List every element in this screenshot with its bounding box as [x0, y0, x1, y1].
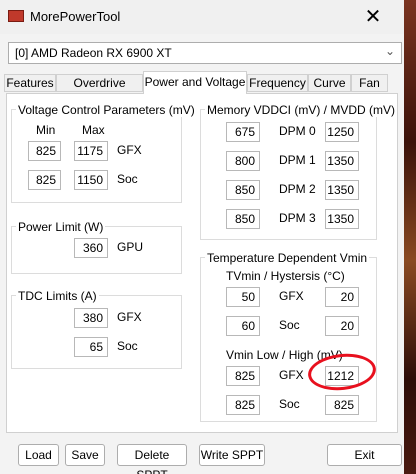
- vmin-soc-label: Soc: [279, 397, 300, 411]
- memory-dpm1-label: DPM 1: [279, 153, 316, 167]
- memory-mvdd-dpm3-field[interactable]: 1350: [325, 209, 359, 229]
- tab-frequency[interactable]: Frequency: [247, 74, 308, 92]
- power-limit-title: Power Limit (W): [16, 220, 106, 234]
- memory-vddci-dpm0-field[interactable]: 675: [226, 122, 260, 142]
- min-label: Min: [36, 123, 56, 137]
- tab-fan[interactable]: Fan: [351, 74, 388, 92]
- chevron-down-icon: ⌄: [384, 44, 395, 58]
- power-gpu-field[interactable]: 360: [74, 238, 108, 258]
- gpu-select[interactable]: [0] AMD Radeon RX 6900 XT ⌄: [8, 42, 402, 64]
- voltage-gfx-label: GFX: [117, 143, 142, 157]
- memory-dpm0-label: DPM 0: [279, 124, 316, 138]
- memory-mvdd-dpm1-field[interactable]: 1350: [325, 151, 359, 171]
- max-label: Max: [82, 123, 105, 137]
- app-icon: [8, 10, 24, 22]
- close-icon[interactable]: ✕: [350, 0, 396, 34]
- gpu-select-value: [0] AMD Radeon RX 6900 XT: [15, 46, 172, 60]
- main-window: MorePowerTool ✕ [0] AMD Radeon RX 6900 X…: [0, 0, 404, 474]
- tdc-gfx-field[interactable]: 380: [74, 308, 108, 328]
- power-gpu-label: GPU: [117, 240, 144, 254]
- tdc-gfx-label: GFX: [117, 310, 142, 324]
- save-button[interactable]: Save: [65, 444, 105, 466]
- vmin-gfx-low-field[interactable]: 825: [226, 366, 260, 386]
- vmin-soc-low-field[interactable]: 825: [226, 395, 260, 415]
- voltage-gfx-min-field[interactable]: 825: [28, 141, 61, 161]
- write-sppt-button[interactable]: Write SPPT: [199, 444, 265, 466]
- tdc-limits-title: TDC Limits (A): [16, 289, 99, 303]
- vmin-soc-high-field[interactable]: 825: [325, 395, 359, 415]
- tab-power-and-voltage[interactable]: Power and Voltage: [143, 71, 247, 94]
- tab-overdrive-limits[interactable]: Overdrive Limits: [56, 74, 143, 106]
- delete-sppt-button[interactable]: Delete SPPT: [117, 444, 187, 474]
- memory-dpm2-label: DPM 2: [279, 182, 316, 196]
- vmin-gfx-label: GFX: [279, 368, 304, 382]
- tvmin-soc-label: Soc: [279, 318, 300, 332]
- tdc-limits-group: [11, 295, 182, 369]
- memory-mvdd-dpm2-field[interactable]: 1350: [325, 180, 359, 200]
- voltage-soc-max-field[interactable]: 1150: [74, 170, 108, 190]
- tvmin-gfx-field[interactable]: 50: [226, 287, 260, 307]
- desktop-background: [404, 0, 416, 474]
- hysteresis-soc-field[interactable]: 20: [325, 316, 359, 336]
- memory-mvdd-dpm0-field[interactable]: 1250: [325, 122, 359, 142]
- voltage-soc-min-field[interactable]: 825: [28, 170, 61, 190]
- memory-vddci-dpm1-field[interactable]: 800: [226, 151, 260, 171]
- voltage-gfx-max-field[interactable]: 1175: [74, 141, 108, 161]
- tvmin-hysteresis-label: TVmin / Hystersis (°C): [226, 269, 345, 283]
- tab-curve[interactable]: Curve: [308, 74, 351, 92]
- voltage-control-title: Voltage Control Parameters (mV): [16, 103, 197, 117]
- tdc-soc-field[interactable]: 65: [74, 337, 108, 357]
- memory-vddci-dpm3-field[interactable]: 850: [226, 209, 260, 229]
- memory-voltage-title: Memory VDDCI (mV) / MVDD (mV): [205, 103, 397, 117]
- tvmin-soc-field[interactable]: 60: [226, 316, 260, 336]
- voltage-soc-label: Soc: [117, 172, 138, 186]
- exit-button[interactable]: Exit: [327, 444, 402, 466]
- temp-vmin-title: Temperature Dependent Vmin: [205, 251, 370, 265]
- load-button[interactable]: Load: [18, 444, 59, 466]
- hysteresis-gfx-field[interactable]: 20: [325, 287, 359, 307]
- memory-dpm3-label: DPM 3: [279, 211, 316, 225]
- tab-features[interactable]: Features: [4, 74, 56, 92]
- memory-vddci-dpm2-field[interactable]: 850: [226, 180, 260, 200]
- tvmin-gfx-label: GFX: [279, 289, 304, 303]
- tdc-soc-label: Soc: [117, 339, 138, 353]
- window-title: MorePowerTool: [30, 9, 121, 24]
- title-bar: MorePowerTool ✕: [0, 0, 404, 34]
